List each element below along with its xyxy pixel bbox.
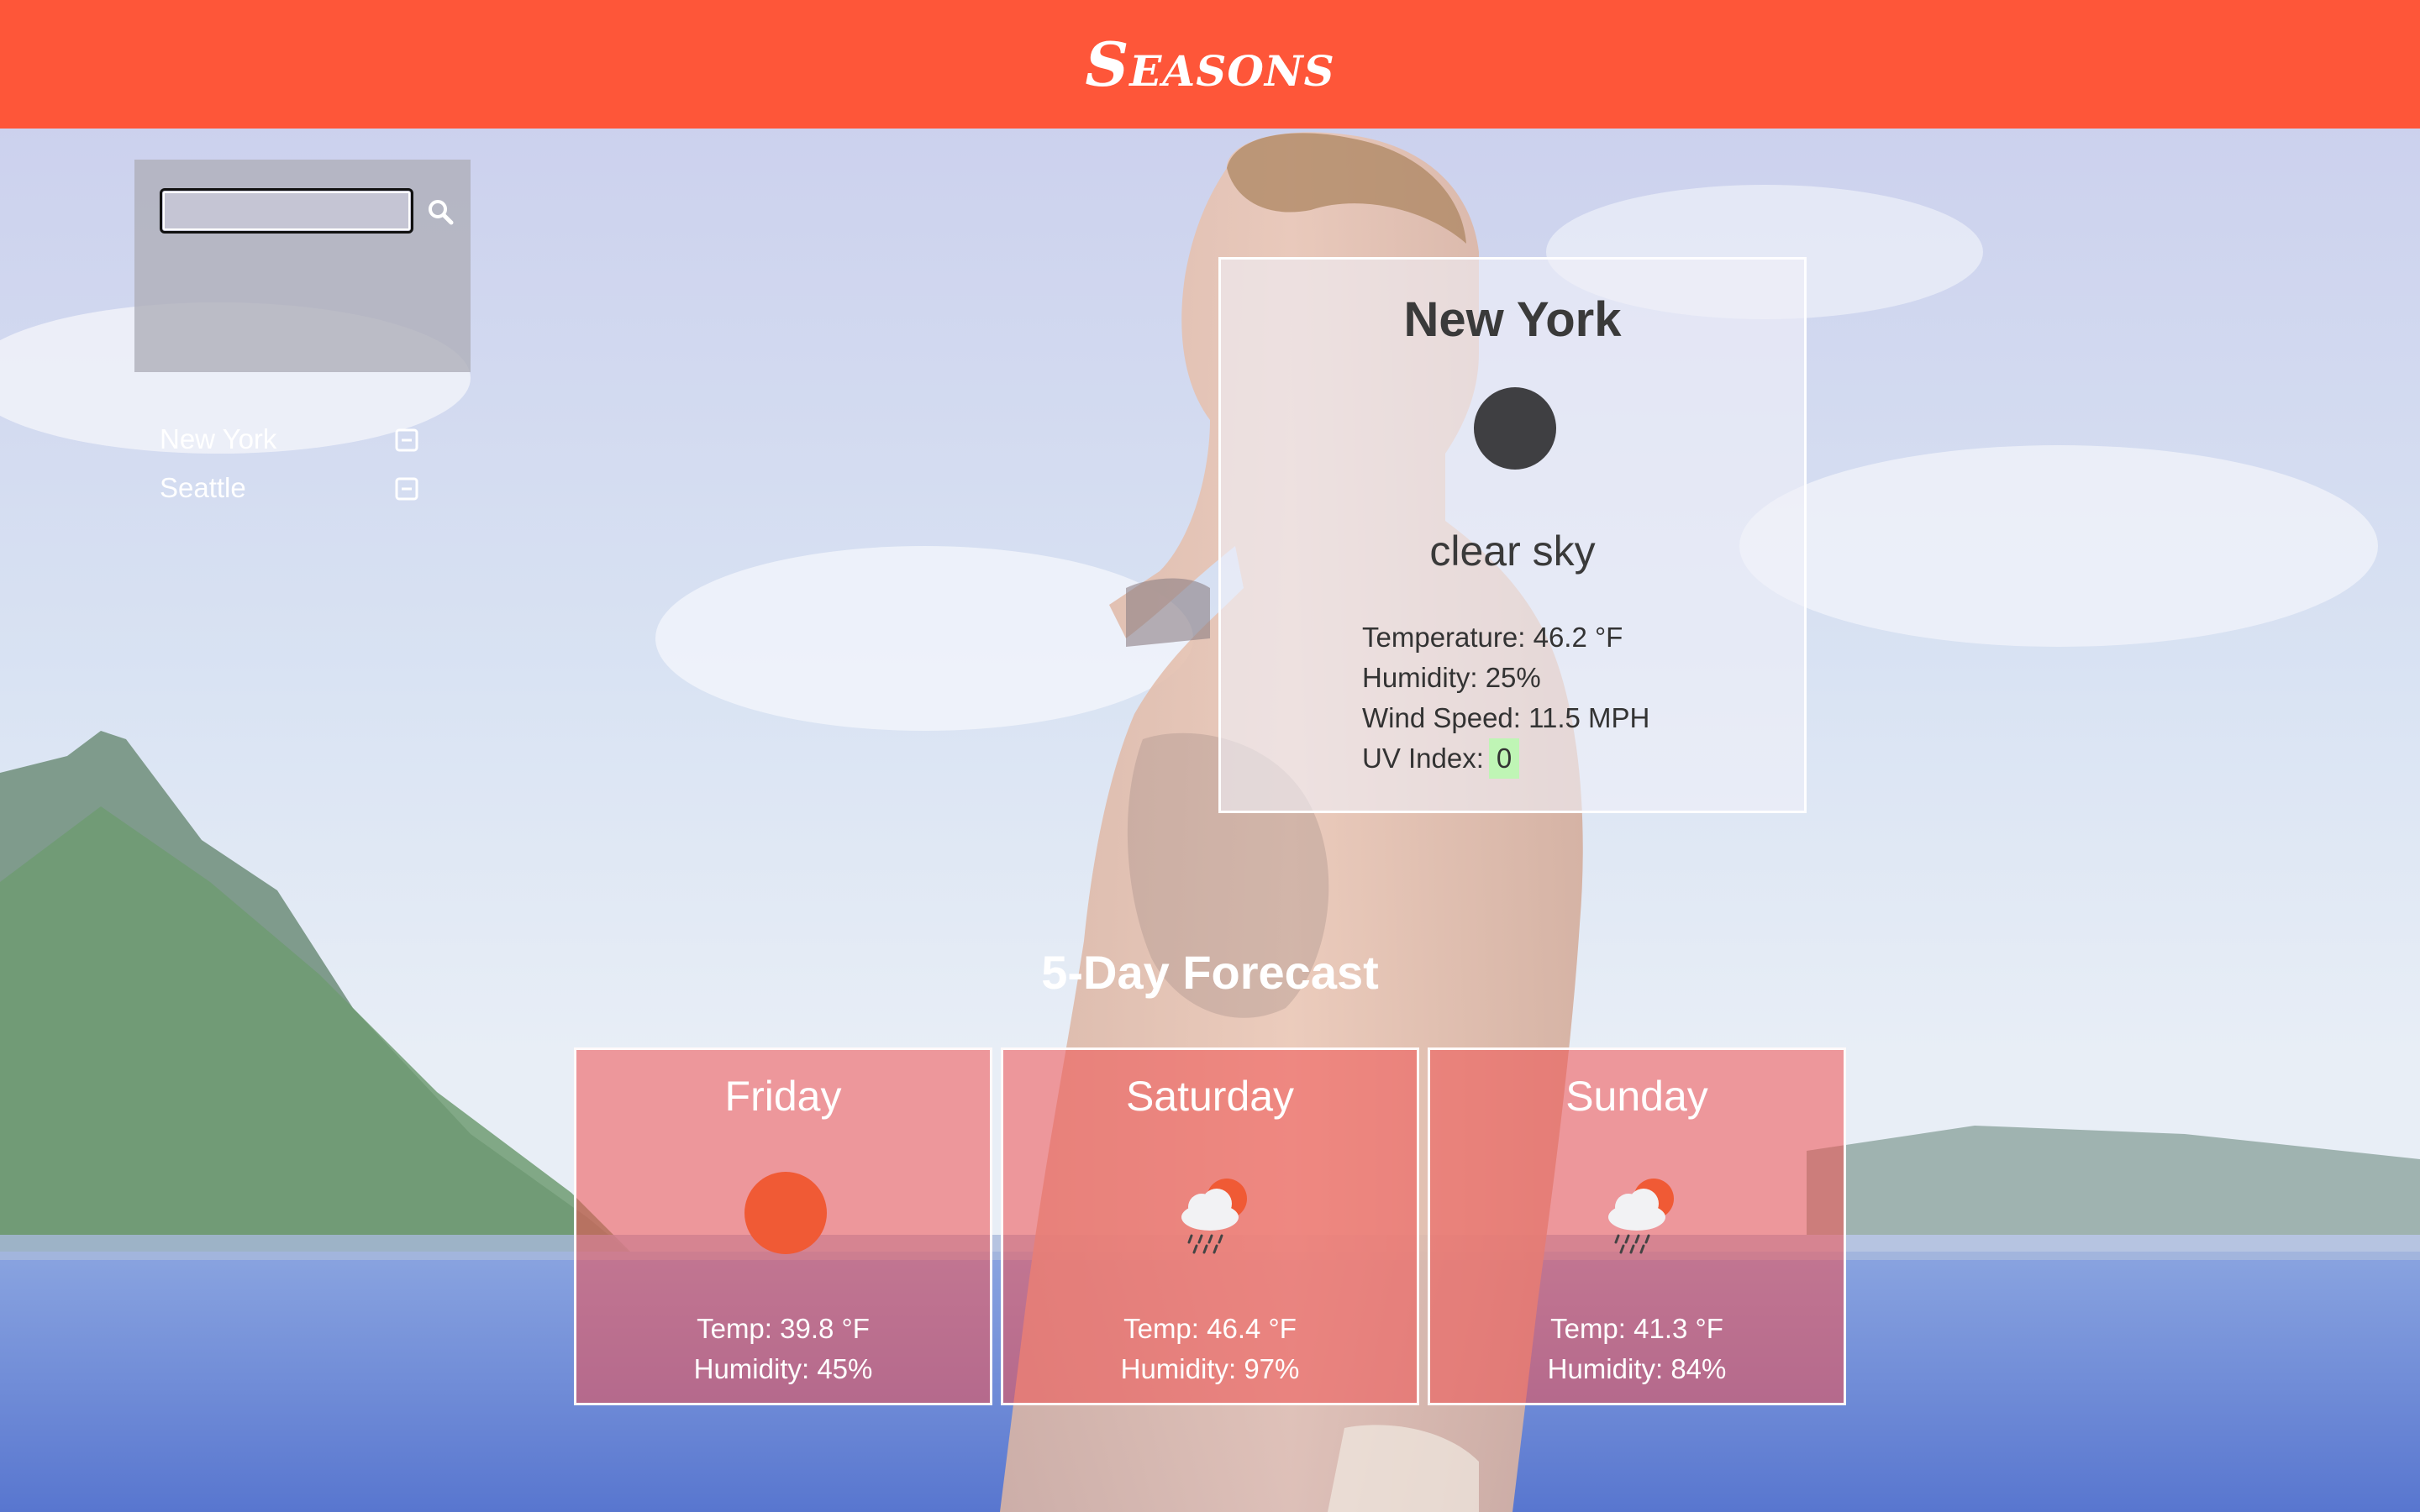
city-label: Seattle: [160, 472, 246, 503]
forecast-humidity: Humidity: 45%: [693, 1353, 873, 1384]
forecast-day: Saturday: [1125, 1073, 1295, 1120]
forecast-humidity: Humidity: 84%: [1547, 1353, 1727, 1384]
search-icon: [429, 200, 454, 225]
city-item-new-york[interactable]: New York: [160, 420, 445, 457]
forecast-stats: Temp: 39.8 °F Humidity: 45%: [576, 1309, 990, 1389]
clear-sky-icon: [1474, 387, 1556, 470]
city-item-seattle[interactable]: Seattle: [160, 469, 445, 506]
brand-logo: Seasons: [1085, 29, 1335, 100]
city-search-panel: New York Seattle: [134, 160, 471, 503]
forecast-stats: Temp: 41.3 °F Humidity: 84%: [1430, 1309, 1844, 1389]
search-input[interactable]: [160, 188, 413, 234]
uv-index-label: UV Index:: [1362, 743, 1484, 774]
forecast-temp: Temp: 41.3 °F: [1550, 1313, 1723, 1344]
rain-cloud-icon: [1608, 1179, 1674, 1254]
sun-icon: [744, 1172, 827, 1254]
temperature-text: Temperature: 46.2 °F: [1362, 622, 1623, 653]
current-stats: Temperature: 46.2 °F Humidity: 25% Wind …: [1362, 617, 1649, 779]
uv-index-badge: 0: [1488, 738, 1520, 779]
remove-city-button[interactable]: [395, 475, 418, 501]
current-weather-card: New York clear sky Temperature: 46.2 °F …: [1218, 257, 1807, 813]
forecast-title: 5-Day Forecast: [1041, 946, 1379, 999]
forecast-humidity: Humidity: 97%: [1120, 1353, 1300, 1384]
forecast-stats: Temp: 46.4 °F Humidity: 97%: [1003, 1309, 1417, 1389]
remove-city-button[interactable]: [395, 427, 418, 452]
current-city-name: New York: [1403, 292, 1622, 347]
minus-square-icon: [395, 477, 418, 501]
weather-description: clear sky: [1429, 528, 1596, 575]
forecast-temp: Temp: 46.4 °F: [1123, 1313, 1297, 1344]
search-row: [160, 188, 454, 234]
minus-square-icon: [395, 428, 418, 452]
search-button[interactable]: [425, 197, 455, 227]
forecast-card-saturday: Saturday Temp: 46.4 °F Humidity: 97%: [1001, 1047, 1419, 1405]
city-label: New York: [160, 423, 277, 454]
forecast-card-sunday: Sunday Temp: 41.3 °F Humidity: 84%: [1428, 1047, 1846, 1405]
forecast-temp: Temp: 39.8 °F: [697, 1313, 870, 1344]
uv-index-row: UV Index: 0: [1362, 738, 1649, 779]
forecast-day: Sunday: [1565, 1073, 1708, 1120]
rain-cloud-icon: [1181, 1179, 1247, 1254]
app-header: Seasons: [0, 0, 2420, 129]
forecast-day: Friday: [724, 1073, 842, 1120]
humidity-text: Humidity: 25%: [1362, 662, 1541, 693]
wind-speed-text: Wind Speed: 11.5 MPH: [1362, 702, 1650, 733]
forecast-card-friday: Friday Temp: 39.8 °F Humidity: 45%: [574, 1047, 992, 1405]
